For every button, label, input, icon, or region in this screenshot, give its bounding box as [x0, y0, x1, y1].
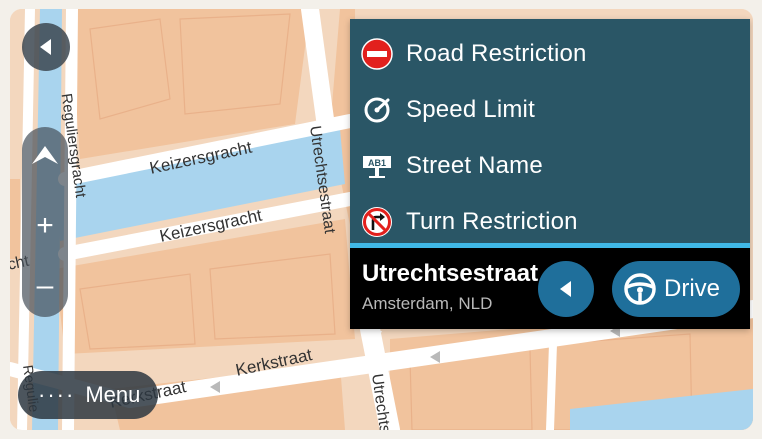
menu-item-label: Turn Restriction [406, 208, 578, 235]
back-button[interactable] [22, 23, 70, 71]
menu-button[interactable]: ···· Menu [18, 371, 158, 419]
no-entry-icon [360, 37, 394, 71]
steering-wheel-icon [622, 271, 658, 307]
chevron-left-icon [560, 281, 571, 297]
speedometer-icon [360, 93, 394, 127]
zoom-out-button[interactable]: – [22, 263, 68, 309]
street-sign-icon: AB1 [360, 149, 394, 183]
menu-dots-icon: ···· [38, 382, 76, 407]
menu-item-turn-restriction[interactable]: Turn Restriction [350, 197, 750, 247]
menu-item-label: Street Name [406, 152, 543, 179]
location-street: Utrechtsestraat [362, 260, 539, 287]
drive-button[interactable]: Drive [612, 261, 740, 317]
chevron-left-icon [40, 39, 51, 55]
menu-item-speed-limit[interactable]: Speed Limit [350, 85, 750, 135]
navigation-screen: Keizersgracht Keizersgracht Utrechtsestr… [10, 9, 753, 430]
zoom-in-button[interactable]: + [22, 203, 68, 249]
location-footer: Utrechtsestraat Amsterdam, NLD Drive [350, 248, 750, 329]
drive-button-label: Drive [664, 275, 721, 302]
menu-item-label: Speed Limit [406, 96, 535, 123]
map-context-panel: Road Restriction Speed Limit AB1 Street … [350, 19, 750, 329]
location-city: Amsterdam, NLD [362, 294, 493, 313]
panel-back-button[interactable] [538, 261, 594, 317]
chevron-up-icon [32, 146, 58, 164]
menu-item-road-restriction[interactable]: Road Restriction [350, 29, 750, 79]
zoom-control: + – [22, 127, 68, 317]
compass-button[interactable] [22, 133, 68, 179]
menu-button-label: Menu [85, 382, 141, 407]
menu-item-label: Road Restriction [406, 40, 587, 67]
menu-item-street-name[interactable]: AB1 Street Name [350, 141, 750, 191]
no-right-turn-icon [360, 205, 394, 239]
svg-text:AB1: AB1 [368, 158, 386, 168]
